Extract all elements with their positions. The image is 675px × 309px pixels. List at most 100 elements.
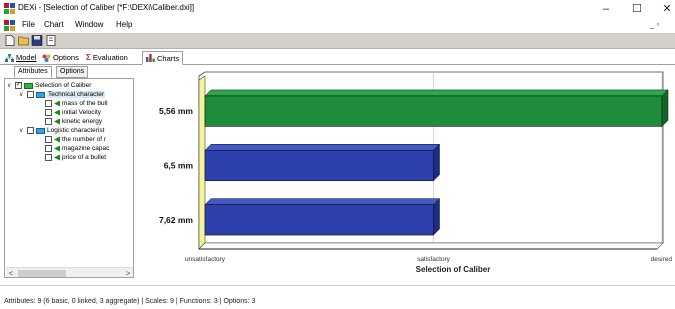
subtab-attributes[interactable]: Attributes bbox=[14, 66, 52, 78]
menu-help[interactable]: Help bbox=[116, 20, 132, 29]
bar-end bbox=[433, 198, 440, 236]
subtab-options[interactable]: Options bbox=[56, 66, 89, 78]
options-icon bbox=[42, 54, 51, 62]
tree-item-label: Logistic characterist bbox=[47, 127, 105, 134]
aggregate-icon bbox=[24, 82, 33, 89]
menu-bar: File Chart Window Help _ ▫ bbox=[0, 18, 675, 33]
tree-item-label: price of a bullet bbox=[62, 154, 107, 161]
sigma-icon: Σ bbox=[86, 53, 91, 62]
tree-item-label: magazine capac bbox=[62, 145, 110, 152]
tree-item-price[interactable]: price of a bullet bbox=[45, 153, 106, 162]
bar-top bbox=[204, 89, 669, 97]
basic-attribute-icon bbox=[54, 154, 60, 161]
tree-item-technical[interactable]: ∨ Technical character bbox=[19, 90, 105, 99]
checkbox[interactable] bbox=[45, 109, 52, 116]
scroll-left-icon[interactable]: < bbox=[6, 268, 16, 277]
attributes-pane: Attributes Options ∨ ✓ Selection of Cali… bbox=[4, 66, 134, 282]
bar bbox=[204, 204, 434, 236]
menu-chart[interactable]: Chart bbox=[44, 20, 64, 29]
aggregate-icon bbox=[36, 127, 45, 134]
main-tabs: Model Options Σ Evaluation Charts bbox=[0, 49, 675, 65]
checkbox[interactable] bbox=[45, 145, 52, 152]
checkbox[interactable] bbox=[27, 127, 34, 134]
tree-item-velocity[interactable]: initial Velocity bbox=[45, 108, 101, 117]
checkbox[interactable] bbox=[45, 136, 52, 143]
tree-item-label: Technical character bbox=[47, 91, 105, 98]
mdi-document-icon[interactable] bbox=[4, 20, 16, 31]
model-icon bbox=[5, 53, 14, 62]
tree-item-label: Selection of Caliber bbox=[35, 82, 92, 89]
tree-item-label: kinetic energy bbox=[62, 118, 103, 125]
category-label: 5,56 mm bbox=[159, 106, 193, 116]
title-bar: DEXi - [Selection of Caliber [*F:\DEXi\C… bbox=[0, 0, 675, 18]
properties-icon[interactable] bbox=[45, 35, 57, 46]
dexi-app-icon[interactable] bbox=[4, 3, 16, 14]
bar-chart: 5,56 mm 6,5 mm 7,62 mm unsatisfactory satisf… bbox=[159, 71, 673, 274]
new-icon[interactable] bbox=[4, 35, 16, 46]
tab-evaluation[interactable]: Σ Evaluation bbox=[83, 51, 131, 64]
divider bbox=[0, 285, 675, 286]
mdi-window-controls[interactable]: _ ▫ bbox=[650, 20, 660, 29]
tree-item-label: the number of r bbox=[62, 136, 107, 143]
x-axis-title: Selection of Caliber bbox=[416, 265, 491, 274]
checkbox[interactable] bbox=[45, 118, 52, 125]
tab-options[interactable]: Options bbox=[39, 51, 82, 64]
plot-side-wall bbox=[198, 75, 206, 250]
status-bar: Attributes: 9 (6 basic, 0 linked, 3 aggr… bbox=[4, 298, 256, 305]
menu-window[interactable]: Window bbox=[75, 20, 103, 29]
tab-charts-label: Charts bbox=[157, 53, 180, 63]
expand-icon[interactable]: ∨ bbox=[19, 127, 25, 134]
scroll-thumb[interactable] bbox=[18, 270, 66, 277]
bar-top bbox=[204, 198, 441, 205]
maximize-button[interactable]: ☐ bbox=[627, 1, 647, 17]
category-label: 7,62 mm bbox=[159, 215, 193, 225]
aggregate-icon bbox=[36, 91, 45, 98]
checkbox[interactable] bbox=[45, 154, 52, 161]
tree-item-logistic[interactable]: ∨ Logistic characterist bbox=[19, 126, 104, 135]
open-icon[interactable] bbox=[18, 35, 30, 46]
scroll-right-icon[interactable]: > bbox=[123, 268, 133, 277]
bar bbox=[204, 95, 663, 127]
chart-pane: 5,56 mm 6,5 mm 7,62 mm unsatisfactory satisf… bbox=[136, 66, 675, 282]
bar-top bbox=[204, 144, 441, 151]
tab-charts[interactable]: Charts bbox=[142, 51, 184, 65]
x-tick-label: unsatisfactory bbox=[185, 256, 226, 263]
expand-icon[interactable]: ∨ bbox=[7, 82, 13, 89]
window-title: DEXi - [Selection of Caliber [*F:\DEXi\C… bbox=[18, 3, 195, 12]
close-button[interactable]: ✕ bbox=[657, 1, 675, 17]
bar-end bbox=[433, 143, 440, 182]
tree-item-energy[interactable]: kinetic energy bbox=[45, 117, 102, 126]
tree-item-root[interactable]: ∨ ✓ Selection of Caliber bbox=[7, 81, 91, 90]
x-tick-label: desired bbox=[651, 256, 673, 263]
plot-floor bbox=[198, 242, 664, 250]
menu-file[interactable]: File bbox=[22, 20, 35, 29]
category-label: 6,5 mm bbox=[164, 161, 194, 171]
minimize-button[interactable]: – bbox=[596, 1, 616, 17]
attribute-tree: ∨ ✓ Selection of Caliber ∨ Technical cha… bbox=[4, 78, 134, 278]
expand-icon[interactable]: ∨ bbox=[19, 91, 25, 98]
tab-evaluation-label: Evaluation bbox=[92, 53, 128, 62]
tree-item-magazine[interactable]: magazine capac bbox=[45, 144, 109, 153]
tree-item-label: mass of the bull bbox=[62, 100, 108, 107]
basic-attribute-icon bbox=[54, 136, 60, 143]
toolbar bbox=[0, 33, 675, 49]
checkbox[interactable] bbox=[27, 91, 34, 98]
tree-item-mass[interactable]: mass of the bull bbox=[45, 99, 108, 108]
bar-end bbox=[661, 89, 669, 127]
tab-model[interactable]: Model bbox=[2, 51, 39, 64]
charts-icon bbox=[146, 54, 155, 62]
bar bbox=[204, 149, 434, 182]
tree-item-number[interactable]: the number of r bbox=[45, 135, 106, 144]
basic-attribute-icon bbox=[54, 100, 60, 107]
tree-item-label: initial Velocity bbox=[62, 109, 102, 116]
checkbox[interactable]: ✓ bbox=[15, 82, 22, 89]
basic-attribute-icon bbox=[54, 109, 60, 116]
tab-options-label: Options bbox=[53, 53, 79, 62]
tab-model-label: Model bbox=[16, 53, 37, 62]
tree-horizontal-scrollbar[interactable]: < > bbox=[6, 267, 133, 277]
basic-attribute-icon bbox=[54, 145, 60, 152]
checkbox[interactable] bbox=[45, 100, 52, 107]
x-tick-label: satisfactory bbox=[417, 256, 451, 263]
basic-attribute-icon bbox=[54, 118, 60, 125]
save-icon[interactable] bbox=[31, 35, 43, 46]
